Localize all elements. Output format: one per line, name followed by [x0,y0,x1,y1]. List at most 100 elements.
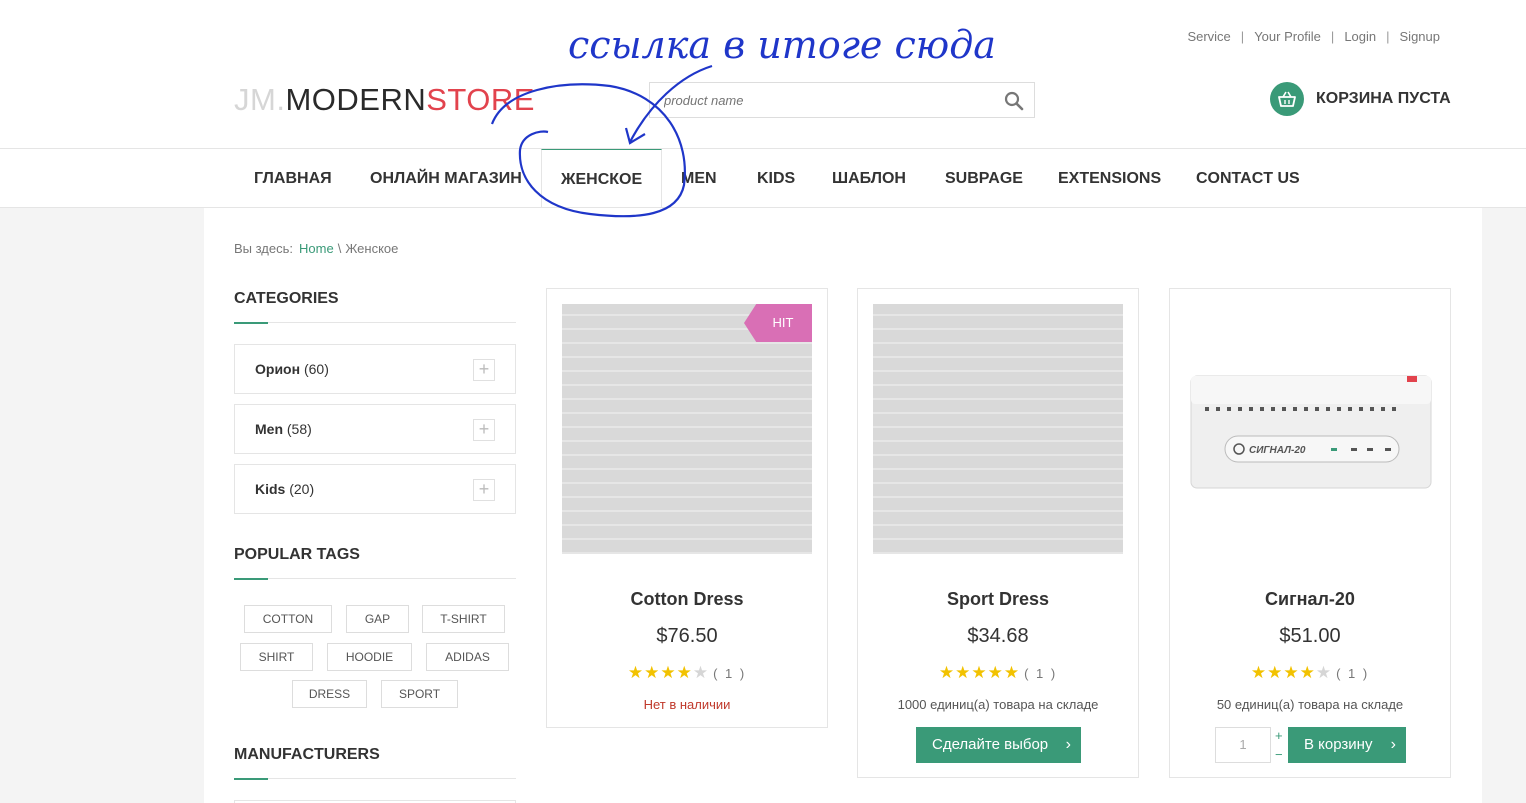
quantity-plus-icon[interactable]: + [1275,729,1283,743]
breadcrumb-prefix: Вы здесь: [234,241,294,256]
star-icon: ★ [987,663,1004,682]
product-card: Sport Dress $34.68 ★★★★★( 1 ) 1000 едини… [857,288,1139,778]
breadcrumb-current: Женское [345,241,399,256]
quantity-minus-icon[interactable]: − [1275,748,1283,762]
search-box [649,82,1035,118]
star-icon: ★ [676,663,693,682]
tags-title: POPULAR TAGS [234,546,516,580]
hit-badge: HIT [744,304,812,342]
choose-options-button[interactable]: Сделайте выбор › [916,727,1081,763]
search-input[interactable] [650,83,980,117]
nav-item-extensions[interactable]: EXTENSIONS [1039,149,1180,208]
product-title[interactable]: Сигнал-20 [1170,589,1450,610]
category-label: Men (58) [255,421,312,437]
nav-item-contact[interactable]: CONTACT US [1177,149,1319,208]
star-icon: ★ [1003,663,1021,682]
profile-link[interactable]: Your Profile [1254,28,1321,46]
expand-plus-icon[interactable]: + [473,479,495,501]
product-rating: ★★★★★( 1 ) [1170,663,1450,683]
category-label: Kids (20) [255,481,314,497]
main-nav: ГЛАВНАЯ ОНЛАЙН МАГАЗИН ЖЕНСКОЕ MEN KIDS … [0,148,1526,208]
breadcrumb-home-link[interactable]: Home [299,241,334,256]
tag-gap[interactable]: GAP [346,605,409,633]
tag-cotton[interactable]: COTTON [244,605,332,633]
nav-item-women[interactable]: ЖЕНСКОЕ [541,149,662,208]
logo[interactable]: JM.MODERNSTORE [234,82,535,118]
quantity-input[interactable]: 1 [1215,727,1271,763]
chevron-right-icon: › [1390,736,1396,753]
tag-t-shirt[interactable]: T-SHIRT [422,605,505,633]
tag-dress[interactable]: DRESS [292,680,367,708]
breadcrumb-separator: \ [337,241,342,256]
category-item[interactable]: Men (58) + [234,404,516,454]
title-underline-accent [234,578,268,580]
cart[interactable]: КОРЗИНА ПУСТА [1270,82,1451,116]
title-underline [234,578,516,579]
cart-status: КОРЗИНА ПУСТА [1316,90,1451,107]
chevron-right-icon: › [1065,736,1071,753]
tag-shirt[interactable]: SHIRT [240,643,313,671]
product-title[interactable]: Cotton Dress [547,589,827,610]
product-image[interactable]: СИГНАЛ-20 [1185,304,1435,554]
annotation-arrowhead [624,127,646,145]
title-underline-accent [234,322,268,324]
stock-status: 1000 единиц(а) товара на складе [897,697,1099,712]
categories-title-text: CATEGORIES [234,290,339,307]
category-name: Орион [255,361,301,377]
add-to-cart-button[interactable]: В корзину › [1288,727,1406,763]
category-label: Орион (60) [255,361,329,377]
basket-icon [1270,82,1304,116]
title-underline [234,778,516,779]
expand-plus-icon[interactable]: + [473,359,495,381]
category-item[interactable]: Орион (60) + [234,344,516,394]
rating-count: ( 1 ) [713,666,747,681]
alarm-device-image: СИГНАЛ-20 [1190,375,1432,489]
product-rating: ★★★★★( 1 ) [547,663,827,683]
categories-title: CATEGORIES [234,290,516,324]
product-title[interactable]: Sport Dress [858,589,1138,610]
category-count: (20) [289,481,315,497]
stock-status: Нет в наличии [643,697,731,712]
divider: | [1240,29,1245,44]
product-image-placeholder[interactable] [873,304,1123,554]
star-icon: ★ [1267,663,1284,682]
category-count: (58) [286,421,312,437]
nav-item-subpage[interactable]: SUBPAGE [926,149,1042,208]
manufacturers-title: MANUFACTURERS [234,746,516,780]
nav-item-men[interactable]: MEN [662,149,736,208]
divider: | [1330,29,1335,44]
signup-link[interactable]: Signup [1400,28,1440,46]
star-empty-icon: ★ [1315,663,1333,682]
star-empty-icon: ★ [692,663,710,682]
product-card: HIT Cotton Dress $76.50 ★★★★★( 1 ) Нет в… [546,288,828,728]
star-icon: ★ [1250,663,1268,682]
title-underline-accent [234,778,268,780]
tag-hoodie[interactable]: HOODIE [327,643,412,671]
title-underline [234,322,516,323]
tag-adidas[interactable]: ADIDAS [426,643,509,671]
category-name: Men [255,421,283,437]
category-count: (60) [303,361,329,377]
divider: | [1386,29,1390,44]
nav-item-template[interactable]: ШАБЛОН [813,149,925,208]
star-icon: ★ [1283,663,1300,682]
login-link[interactable]: Login [1344,28,1376,46]
star-icon: ★ [971,663,988,682]
star-icon: ★ [1299,663,1316,682]
tag-sport[interactable]: SPORT [381,680,458,708]
device-label: СИГНАЛ-20 [1249,445,1306,456]
choose-options-label: Сделайте выбор [932,736,1049,753]
annotation-text: ссылка в итоге сюда [568,23,996,67]
category-item[interactable]: Kids (20) + [234,464,516,514]
logo-store: STORE [426,82,535,117]
expand-plus-icon[interactable]: + [473,419,495,441]
star-icon: ★ [644,663,661,682]
star-icon: ★ [955,663,972,682]
star-icon: ★ [627,663,645,682]
nav-item-kids[interactable]: KIDS [738,149,814,208]
service-link[interactable]: Service [1187,28,1230,46]
nav-item-home[interactable]: ГЛАВНАЯ [235,149,351,208]
nav-item-online-store[interactable]: ОНЛАЙН МАГАЗИН [351,149,541,208]
search-icon[interactable] [1004,91,1024,111]
product-price: $51.00 [1279,625,1341,647]
